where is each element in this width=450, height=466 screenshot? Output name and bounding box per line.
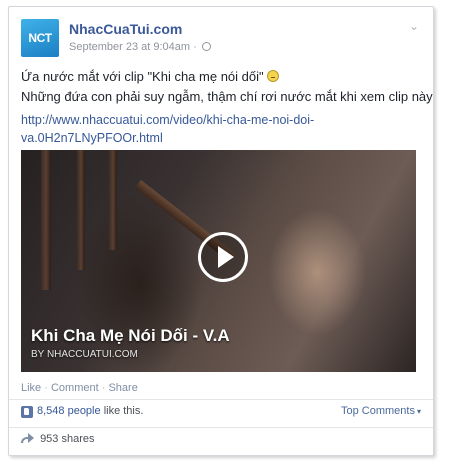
post-message-line-2: Những đứa con phải suy ngẫm, thậm chí rơ… <box>21 89 433 104</box>
share-arrow-icon <box>21 433 34 443</box>
likes-summary: 8,548 people like this. Top Comments ▾ <box>21 405 421 423</box>
post-actions: Like · Comment · Share <box>21 382 138 394</box>
video-title[interactable]: Khi Cha Mẹ Nói Dối - V.A <box>31 326 230 346</box>
video-source: BY NHACCUATUI.COM <box>31 349 138 360</box>
emoji-icon <box>266 70 279 82</box>
post-header: NCT NhacCuaTui.com September 23 at 9:04a… <box>21 19 421 59</box>
avatar-logo-text: NCT <box>28 31 52 45</box>
page-avatar[interactable]: NCT <box>21 19 59 57</box>
post-link-line-1[interactable]: http://www.nhaccuatui.com/video/khi-cha-… <box>21 111 421 129</box>
video-preview[interactable]: Khi Cha Mẹ Nói Dối - V.A BY NHACCUATUI.C… <box>21 150 416 372</box>
shares-summary[interactable]: 953 shares <box>21 433 421 445</box>
post-timestamp[interactable]: September 23 at 9:04am <box>69 41 190 53</box>
likes-count-link[interactable]: 8,548 people <box>37 405 101 417</box>
share-link[interactable]: Share <box>108 382 137 394</box>
post-meta: September 23 at 9:04am · <box>69 41 211 53</box>
thumbs-up-icon <box>21 406 33 418</box>
like-link[interactable]: Like <box>21 382 41 394</box>
divider <box>9 427 433 428</box>
staircase-rail <box>77 150 85 270</box>
page-name-link[interactable]: NhacCuaTui.com <box>69 21 182 37</box>
staircase-rail <box>109 150 117 250</box>
likes-text: 8,548 people like this. <box>37 405 143 417</box>
divider <box>9 399 433 400</box>
caret-down-icon: ▾ <box>416 407 421 416</box>
post-link[interactable]: http://www.nhaccuatui.com/video/khi-cha-… <box>21 111 421 147</box>
post-link-line-2[interactable]: va.0H2n7LNyPFOOr.html <box>21 129 421 147</box>
facebook-post-card: NCT NhacCuaTui.com September 23 at 9:04a… <box>8 6 434 456</box>
comment-link[interactable]: Comment <box>51 382 99 394</box>
post-message-line-1: Ứa nước mắt với clip "Khi cha mẹ nói dối… <box>21 67 421 87</box>
likes-suffix: like this. <box>103 405 144 417</box>
action-separator: · <box>101 382 106 394</box>
post-message: Ứa nước mắt với clip "Khi cha mẹ nói dối… <box>21 67 433 107</box>
meta-separator: · <box>193 41 197 53</box>
shares-count[interactable]: 953 shares <box>40 433 94 445</box>
globe-icon[interactable] <box>201 42 211 51</box>
play-icon[interactable] <box>198 232 248 282</box>
top-comments-dropdown[interactable]: Top Comments ▾ <box>341 405 421 417</box>
chevron-down-icon[interactable]: ⌄ <box>407 20 421 32</box>
action-separator: · <box>44 382 48 394</box>
top-comments-label: Top Comments <box>341 405 415 417</box>
staircase-rail <box>41 150 51 290</box>
